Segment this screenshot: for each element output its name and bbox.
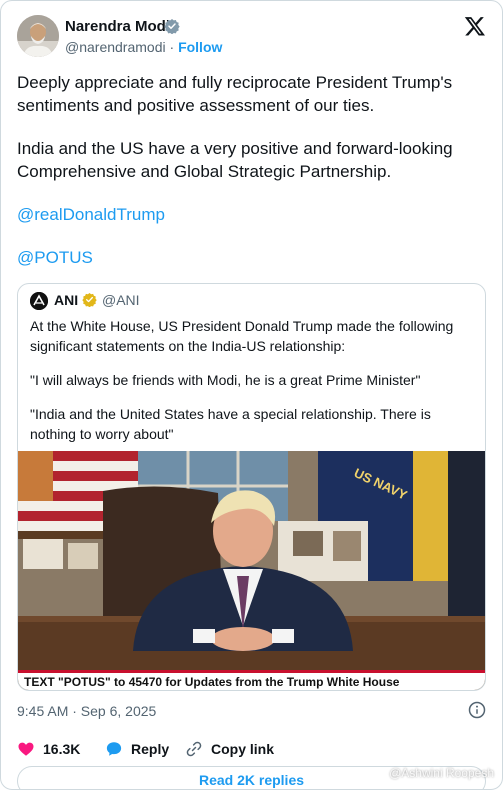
tweet-card: Narendra Modi @narendramodi · Follow Dee…	[0, 0, 503, 790]
quoted-author-name: ANI	[54, 292, 79, 308]
copy-link-button[interactable]: Copy link	[185, 739, 274, 759]
author-handle[interactable]: @narendramodi	[65, 39, 166, 55]
quoted-author-handle: @ANI	[102, 292, 140, 308]
tweet-timestamp[interactable]: 9:45 AM · Sep 6, 2025	[17, 703, 156, 719]
video-chyron: TEXT "POTUS" to 45470 for Updates from t…	[18, 670, 485, 690]
follow-button[interactable]: Follow	[178, 39, 222, 55]
quoted-text: At the White House, US President Donald …	[30, 316, 475, 444]
tweet-text: Deeply appreciate and fully reciprocate …	[17, 71, 492, 269]
watermark-text: @Ashwini Roopesh	[389, 766, 494, 780]
heart-icon	[18, 742, 34, 756]
tweet-paragraph-1: Deeply appreciate and fully reciprocate …	[17, 73, 453, 115]
quoted-paragraph-1: At the White House, US President Donald …	[30, 318, 454, 354]
quoted-paragraph-3: "India and the United States have a spec…	[30, 406, 431, 442]
author-name[interactable]: Narendra Modi	[65, 18, 170, 35]
info-icon[interactable]	[468, 701, 486, 719]
reply-button[interactable]: Reply	[105, 739, 169, 759]
copy-link-label: Copy link	[211, 741, 275, 757]
verified-gold-icon	[82, 292, 97, 307]
mention-realdonaldtrump[interactable]: @realDonaldTrump	[17, 203, 492, 226]
speech-bubble-icon	[106, 742, 122, 756]
reply-label: Reply	[131, 741, 170, 757]
verified-gray-icon	[164, 19, 180, 34]
x-logo-icon[interactable]	[464, 15, 486, 37]
tweet-paragraph-2: India and the US have a very positive an…	[17, 139, 453, 181]
quoted-paragraph-2: "I will always be friends with Modi, he …	[30, 372, 421, 388]
mention-potus[interactable]: @POTUS	[17, 246, 492, 269]
quoted-video-thumbnail[interactable]: US NAVY TEXT "POTUS" to 45470 for Update…	[18, 451, 485, 690]
author-avatar[interactable]	[17, 15, 59, 57]
quoted-tweet[interactable]: ANI @ANI At the White House, US Presiden…	[17, 283, 486, 691]
ani-avatar	[30, 292, 48, 310]
like-button[interactable]: 16.3K	[17, 739, 80, 759]
author-handle-row: @narendramodi · Follow	[65, 39, 222, 55]
separator-dot: ·	[169, 39, 175, 55]
link-icon	[186, 741, 202, 757]
like-count: 16.3K	[43, 741, 81, 757]
